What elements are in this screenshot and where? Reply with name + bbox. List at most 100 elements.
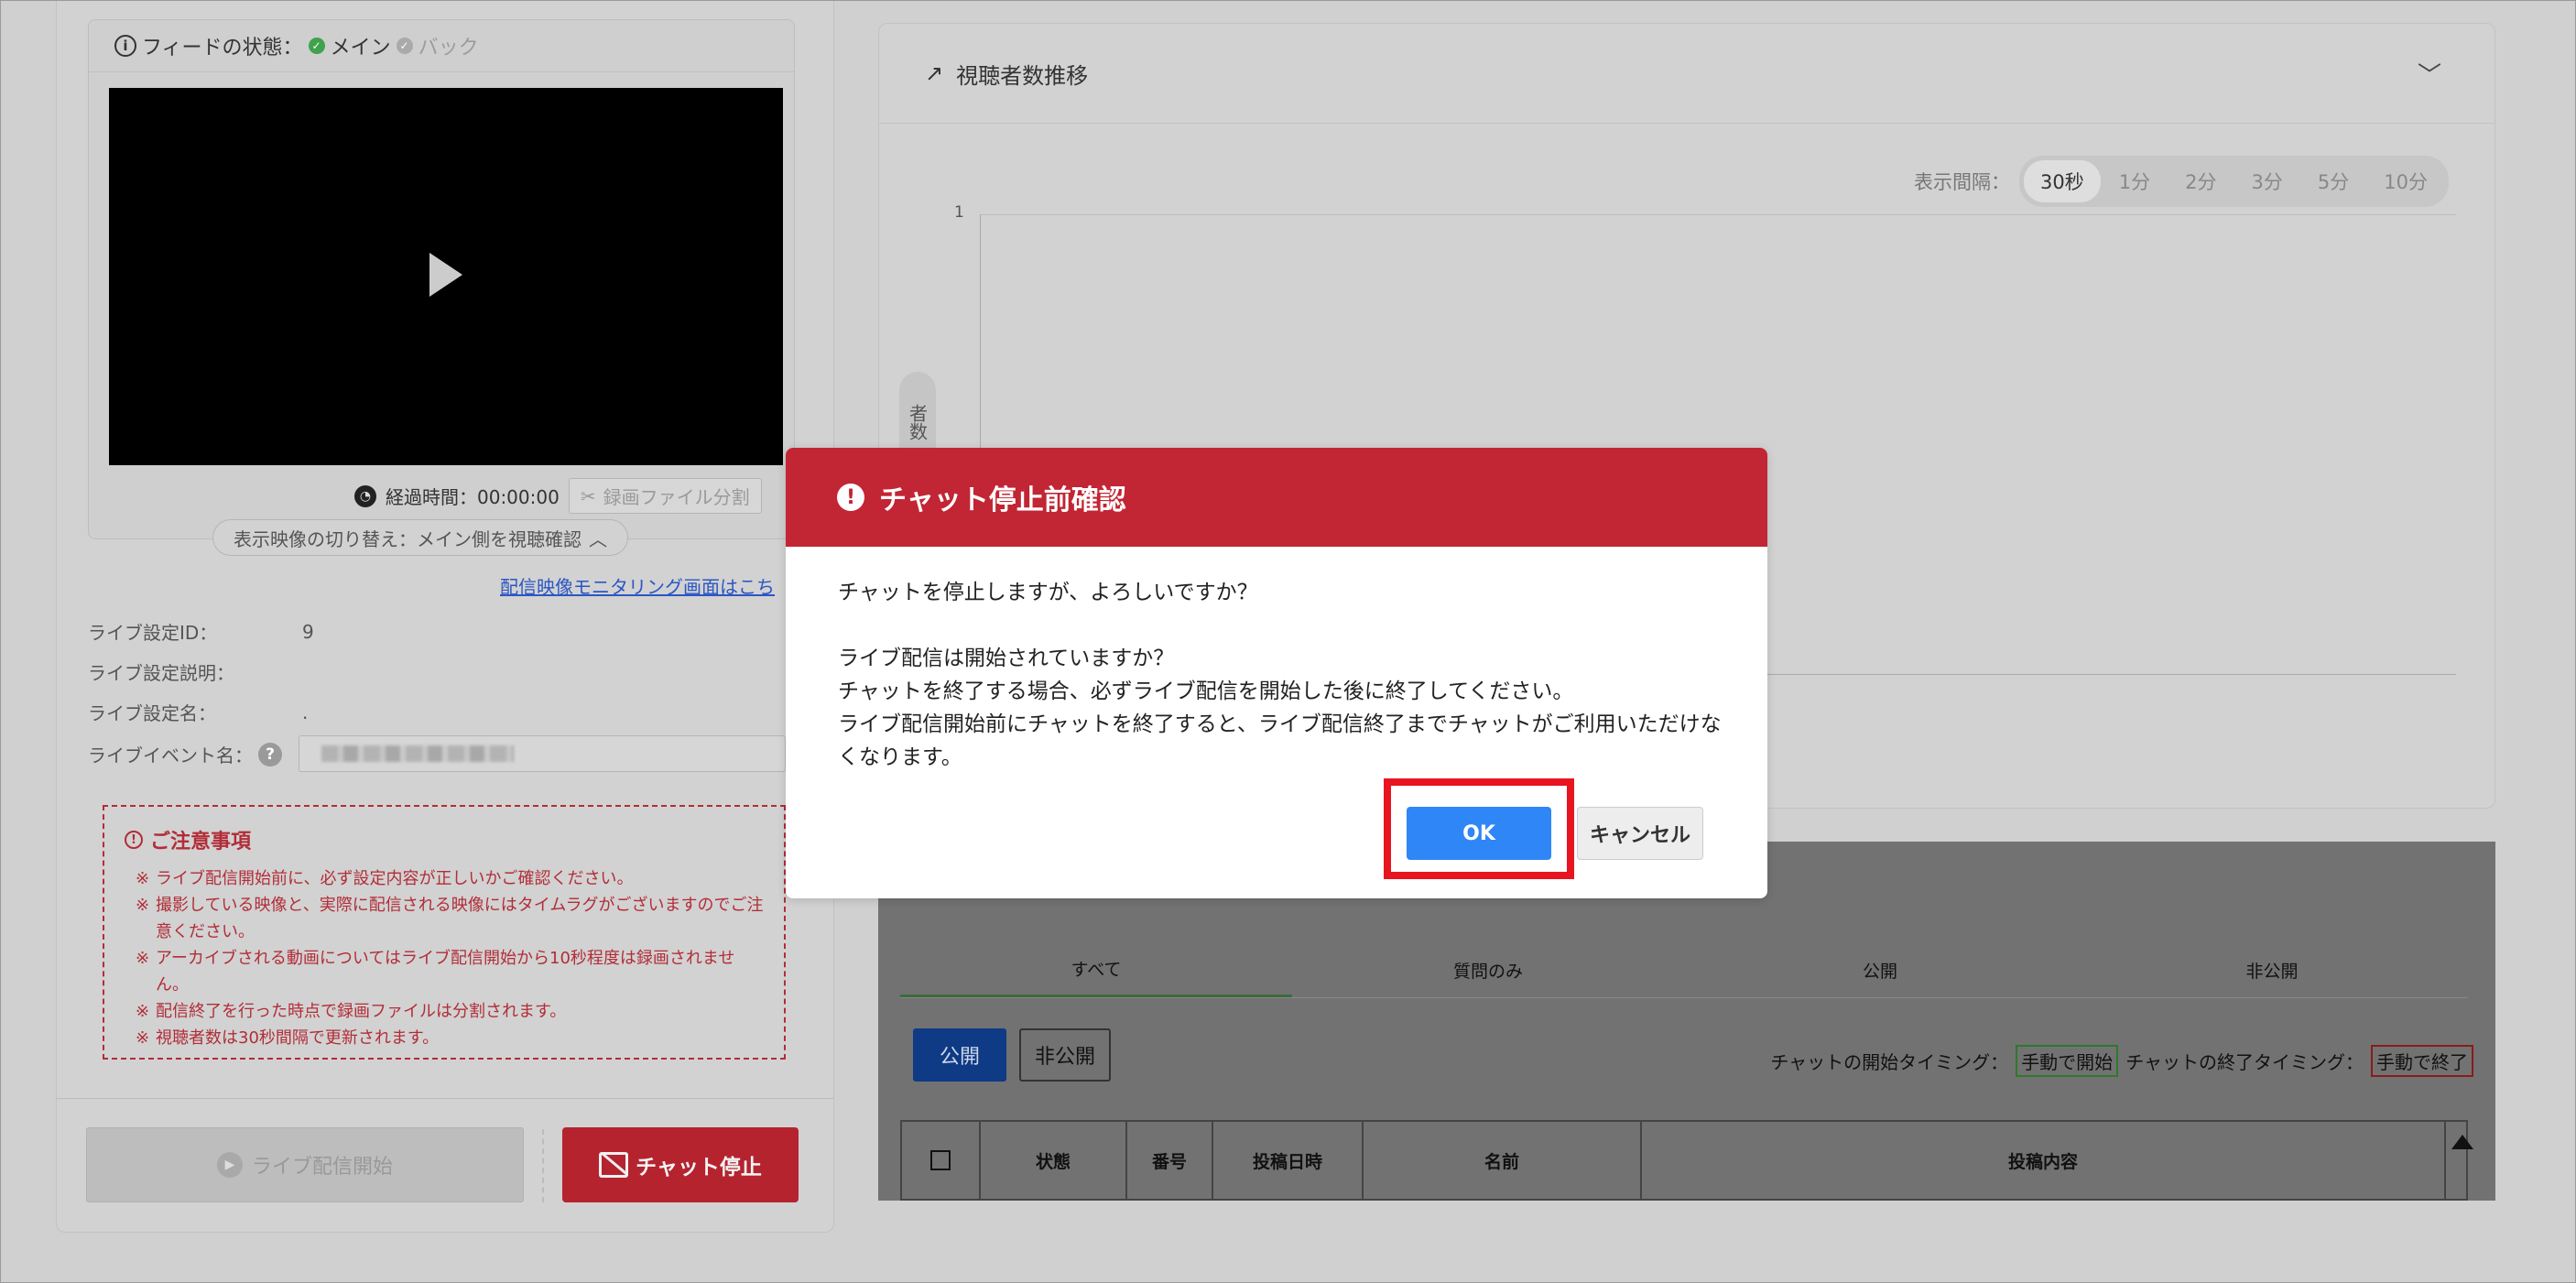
help-icon[interactable]: ?	[258, 742, 282, 767]
event-name-field[interactable]	[299, 735, 786, 772]
interval-option-30s[interactable]: 30秒	[2024, 160, 2101, 202]
feed-status-box: i フィードの状態： ✓ メイン ✓ バック ◔ 経過時間：00:00:00 ✂…	[88, 19, 795, 539]
event-name-row: ライブイベント名： ?	[88, 741, 302, 767]
ok-button[interactable]: OK	[1407, 807, 1551, 860]
make-private-button[interactable]: 非公開	[1019, 1028, 1111, 1082]
split-recording-label: 録画ファイル分割	[603, 486, 750, 508]
tab-questions[interactable]: 質問のみ	[1292, 942, 1684, 997]
check-icon: ✓	[308, 38, 325, 54]
alert-icon: !	[125, 831, 143, 849]
chat-off-icon	[599, 1152, 629, 1178]
play-circle-icon: ▶	[216, 1152, 243, 1178]
start-timing-label: チャットの開始タイミング：	[1770, 1051, 2009, 1073]
scissors-icon: ✂	[580, 484, 596, 507]
notice-title-text: ご注意事項	[150, 831, 252, 854]
feed-main-label: メイン	[330, 37, 391, 60]
notice-item: アーカイブされる動画についてはライブ配信開始から10秒程度は録画されません。	[125, 945, 764, 998]
elapsed-time-label: 経過時間：00:00:00	[386, 486, 560, 508]
dialog-message-question: ライブ配信は開始されていますか？	[838, 647, 1175, 670]
check-icon-inactive: ✓	[396, 38, 413, 54]
notice-item: 撮影している映像と、実際に配信される映像にはタイムラグがございますのでご注意くだ…	[125, 892, 764, 945]
interval-option-10m[interactable]: 10分	[2367, 160, 2444, 202]
column-content: 投稿内容	[1642, 1122, 2446, 1199]
y-tick-label: 1	[954, 203, 964, 222]
cancel-button[interactable]: キャンセル	[1577, 807, 1703, 860]
notice-item: 配信終了を行った時点で録画ファイルは分割されます。	[125, 998, 764, 1025]
make-public-button[interactable]: 公開	[913, 1028, 1006, 1082]
scroll-up-arrow[interactable]	[2451, 1135, 2473, 1149]
dialog-message-confirm: チャットを停止しますが、よろしいですか？	[838, 581, 1258, 604]
dialog-title: チャット停止前確認	[879, 484, 1126, 516]
dialog-body: チャットを停止しますが、よろしいですか？ ライブ配信は開始されていますか？ チャ…	[838, 576, 1735, 774]
start-timing-badge: 手動で開始	[2016, 1045, 2119, 1077]
chat-table-header: 状態 番号 投稿日時 名前 投稿内容	[900, 1120, 2468, 1201]
interval-option-5m[interactable]: 5分	[2301, 160, 2365, 202]
notice-item: 視聴者数は30秒間隔で更新されます。	[125, 1025, 764, 1051]
setting-description-label: ライブ設定説明：	[88, 662, 234, 684]
event-name-label-wrap: ライブイベント名： ?	[88, 741, 302, 767]
trend-icon: ↗	[925, 60, 944, 86]
chart-gridline	[980, 214, 2456, 215]
chevron-up-icon: ︿	[589, 527, 607, 550]
button-divider	[542, 1129, 544, 1202]
interval-options: 30秒 1分 2分 3分 5分 10分	[2019, 156, 2449, 207]
setting-name-row: ライブ設定名： .	[88, 699, 308, 725]
feed-status-header: i フィードの状態： ✓ メイン ✓ バック	[89, 20, 794, 72]
notice-box: ! ご注意事項 ライブ配信開始前に、必ず設定内容が正しいかご確認ください。 撮影…	[103, 805, 786, 1060]
stop-chat-confirm-dialog: ! チャット停止前確認 チャットを停止しますが、よろしいですか？ ライブ配信は開…	[786, 448, 1767, 898]
interval-option-2m[interactable]: 2分	[2168, 160, 2233, 202]
redacted-event-name	[321, 745, 514, 762]
start-live-button[interactable]: ▶ ライブ配信開始	[86, 1127, 524, 1202]
clock-icon: ◔	[354, 484, 376, 507]
dialog-message-warning: ライブ配信開始前にチャットを終了すると、ライブ配信終了までチャットがご利用いただ…	[838, 712, 1722, 769]
feed-switch-toggle[interactable]: 表示映像の切り替え：メイン側を視聴確認 ︿	[212, 519, 628, 556]
dialog-header: ! チャット停止前確認	[786, 448, 1767, 547]
end-timing-label: チャットの終了タイミング：	[2125, 1051, 2364, 1073]
notice-item: ライブ配信開始前に、必ず設定内容が正しいかご確認ください。	[125, 865, 764, 892]
screen-frame: i フィードの状態： ✓ メイン ✓ バック ◔ 経過時間：00:00:00 ✂…	[0, 0, 2576, 1283]
info-icon: i	[114, 35, 136, 57]
tab-public[interactable]: 公開	[1684, 942, 2076, 997]
interval-selector: 表示間隔： 30秒 1分 2分 3分 5分 10分	[1914, 156, 2449, 207]
feed-status-label: フィードの状態：	[142, 37, 303, 60]
end-timing-badge: 手動で終了	[2371, 1045, 2473, 1077]
play-icon[interactable]	[429, 253, 462, 297]
elapsed-time: ◔ 経過時間：00:00:00 ✂ 録画ファイル分割	[354, 478, 762, 514]
interval-label: 表示間隔：	[1914, 171, 2011, 193]
setting-id-label: ライブ設定ID：	[88, 622, 218, 644]
notice-list: ライブ配信開始前に、必ず設定内容が正しいかご確認ください。 撮影している映像と、…	[125, 865, 764, 1051]
setting-id-row: ライブ設定ID： 9	[88, 618, 314, 645]
divider	[57, 1098, 833, 1099]
viewer-chart-title: 視聴者数推移	[956, 62, 1089, 89]
setting-name-value: .	[302, 701, 309, 723]
feed-backup-label: バック	[418, 37, 479, 60]
viewer-chart-header[interactable]: ↗ 視聴者数推移	[879, 24, 2494, 124]
interval-option-3m[interactable]: 3分	[2235, 160, 2299, 202]
setting-description-row: ライブ設定説明：	[88, 658, 302, 685]
select-all-cell[interactable]	[902, 1122, 981, 1199]
chevron-down-icon[interactable]: ﹀	[2418, 57, 2441, 91]
exclamation-icon: !	[837, 484, 864, 511]
chat-filter-tabs: すべて 質問のみ 公開 非公開	[900, 942, 2468, 998]
tab-private[interactable]: 非公開	[2076, 942, 2468, 997]
column-posted-at: 投稿日時	[1213, 1122, 1364, 1199]
split-recording-button[interactable]: ✂ 録画ファイル分割	[568, 478, 762, 514]
select-all-checkbox[interactable]	[930, 1150, 951, 1170]
column-number: 番号	[1127, 1122, 1213, 1199]
start-live-label: ライブ配信開始	[251, 1156, 393, 1179]
stop-chat-label: チャット停止	[636, 1156, 762, 1180]
tab-all[interactable]: すべて	[900, 942, 1292, 997]
column-status: 状態	[981, 1122, 1127, 1199]
event-name-label: ライブイベント名：	[88, 745, 253, 767]
video-player[interactable]	[109, 88, 783, 465]
stop-chat-button[interactable]: チャット停止	[562, 1127, 799, 1202]
feed-switch-label: 表示映像の切り替え：メイン側を視聴確認	[234, 527, 582, 550]
interval-option-1m[interactable]: 1分	[2103, 160, 2167, 202]
notice-title: ! ご注意事項	[125, 825, 764, 854]
live-control-panel: i フィードの状態： ✓ メイン ✓ バック ◔ 経過時間：00:00:00 ✂…	[56, 1, 834, 1233]
column-name: 名前	[1364, 1122, 1642, 1199]
setting-name-label: ライブ設定名：	[88, 702, 216, 724]
chat-timing-info: チャットの開始タイミング： 手動で開始 チャットの終了タイミング： 手動で終了	[1770, 1045, 2473, 1077]
setting-id-value: 9	[302, 620, 314, 643]
